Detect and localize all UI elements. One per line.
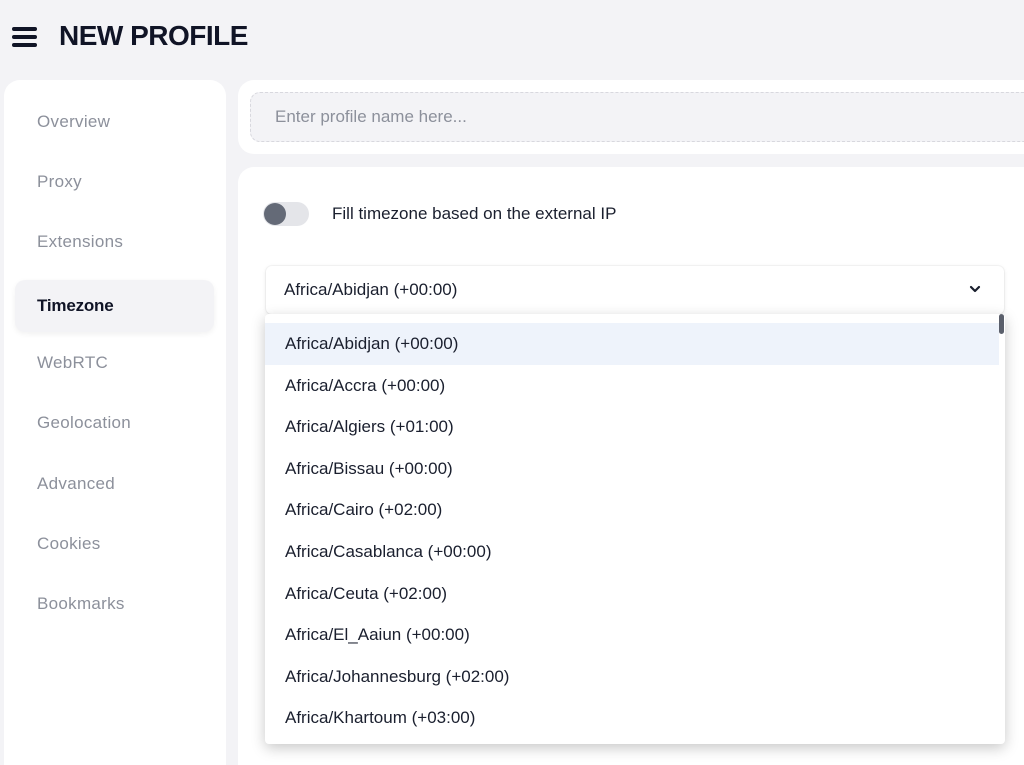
hamburger-menu-icon[interactable] [12,24,38,50]
sidebar-item-label: Overview [37,112,111,131]
sidebar-item-advanced[interactable]: Advanced [15,458,214,510]
timezone-option-label: Africa/Ceuta (+02:00) [285,584,448,603]
timezone-option-label: Africa/Bissau (+00:00) [285,459,453,478]
timezone-option[interactable]: Africa/Casablanca (+00:00) [265,531,999,573]
sidebar-item-proxy[interactable]: Proxy [15,156,214,208]
sidebar-item-label: Timezone [37,296,114,315]
header: NEW PROFILE [0,0,1024,72]
sidebar: Overview Proxy Extensions Timezone WebRT… [4,80,226,765]
timezone-option-label: Africa/Abidjan (+00:00) [285,334,459,353]
chevron-down-icon [969,285,981,293]
timezone-option-label: Africa/Casablanca (+00:00) [285,542,492,561]
timezone-option[interactable]: Africa/Accra (+00:00) [265,365,999,407]
timezone-option[interactable]: Africa/Algiers (+01:00) [265,406,999,448]
sidebar-item-label: Advanced [37,474,116,493]
sidebar-item-extensions[interactable]: Extensions [15,216,214,268]
profile-name-input[interactable] [250,92,1024,142]
sidebar-item-geolocation[interactable]: Geolocation [15,397,214,449]
timezone-option-label: Africa/El_Aaiun (+00:00) [285,625,470,644]
sidebar-item-bookmarks[interactable]: Bookmarks [15,578,214,630]
timezone-select-value: Africa/Abidjan (+00:00) [284,280,458,299]
timezone-option-label: Africa/Accra (+00:00) [285,376,446,395]
timezone-option[interactable]: Africa/Cairo (+02:00) [265,489,999,531]
sidebar-item-webrtc[interactable]: WebRTC [15,337,214,389]
sidebar-item-label: Cookies [37,534,101,553]
sidebar-item-label: Bookmarks [37,594,125,613]
sidebar-item-label: Proxy [37,172,82,191]
fill-timezone-label: Fill timezone based on the external IP [332,204,617,223]
sidebar-item-cookies[interactable]: Cookies [15,518,214,570]
timezone-option[interactable]: Africa/Bissau (+00:00) [265,448,999,490]
timezone-option[interactable]: Africa/Abidjan (+00:00) [265,323,999,365]
dropdown-scrollbar[interactable] [999,314,1004,334]
timezone-option-label: Africa/Algiers (+01:00) [285,417,454,436]
timezone-option[interactable]: Africa/Johannesburg (+02:00) [265,656,999,698]
fill-timezone-toggle[interactable] [263,202,309,226]
toggle-knob [264,203,286,225]
timezone-option[interactable]: Africa/Ceuta (+02:00) [265,573,999,615]
sidebar-item-timezone[interactable]: Timezone [15,280,214,332]
timezone-select[interactable]: Africa/Abidjan (+00:00) [266,266,1004,314]
timezone-dropdown: Africa/Abidjan (+00:00) Africa/Accra (+0… [265,314,1005,744]
sidebar-item-label: Extensions [37,232,124,251]
profile-name-card [238,80,1024,154]
timezone-option-label: Africa/Johannesburg (+02:00) [285,667,510,686]
app-window: NEW PROFILE Overview Proxy Extensions Ti… [0,0,1024,765]
page-title: NEW PROFILE [59,20,248,51]
sidebar-item-overview[interactable]: Overview [15,96,214,148]
timezone-option-label: Africa/Cairo (+02:00) [285,500,443,519]
timezone-option[interactable]: Africa/El_Aaiun (+00:00) [265,614,999,656]
sidebar-item-label: Geolocation [37,413,132,432]
timezone-option-label: Africa/Khartoum (+03:00) [285,708,476,727]
sidebar-item-label: WebRTC [37,353,109,372]
timezone-option[interactable]: Africa/Khartoum (+03:00) [265,697,999,739]
